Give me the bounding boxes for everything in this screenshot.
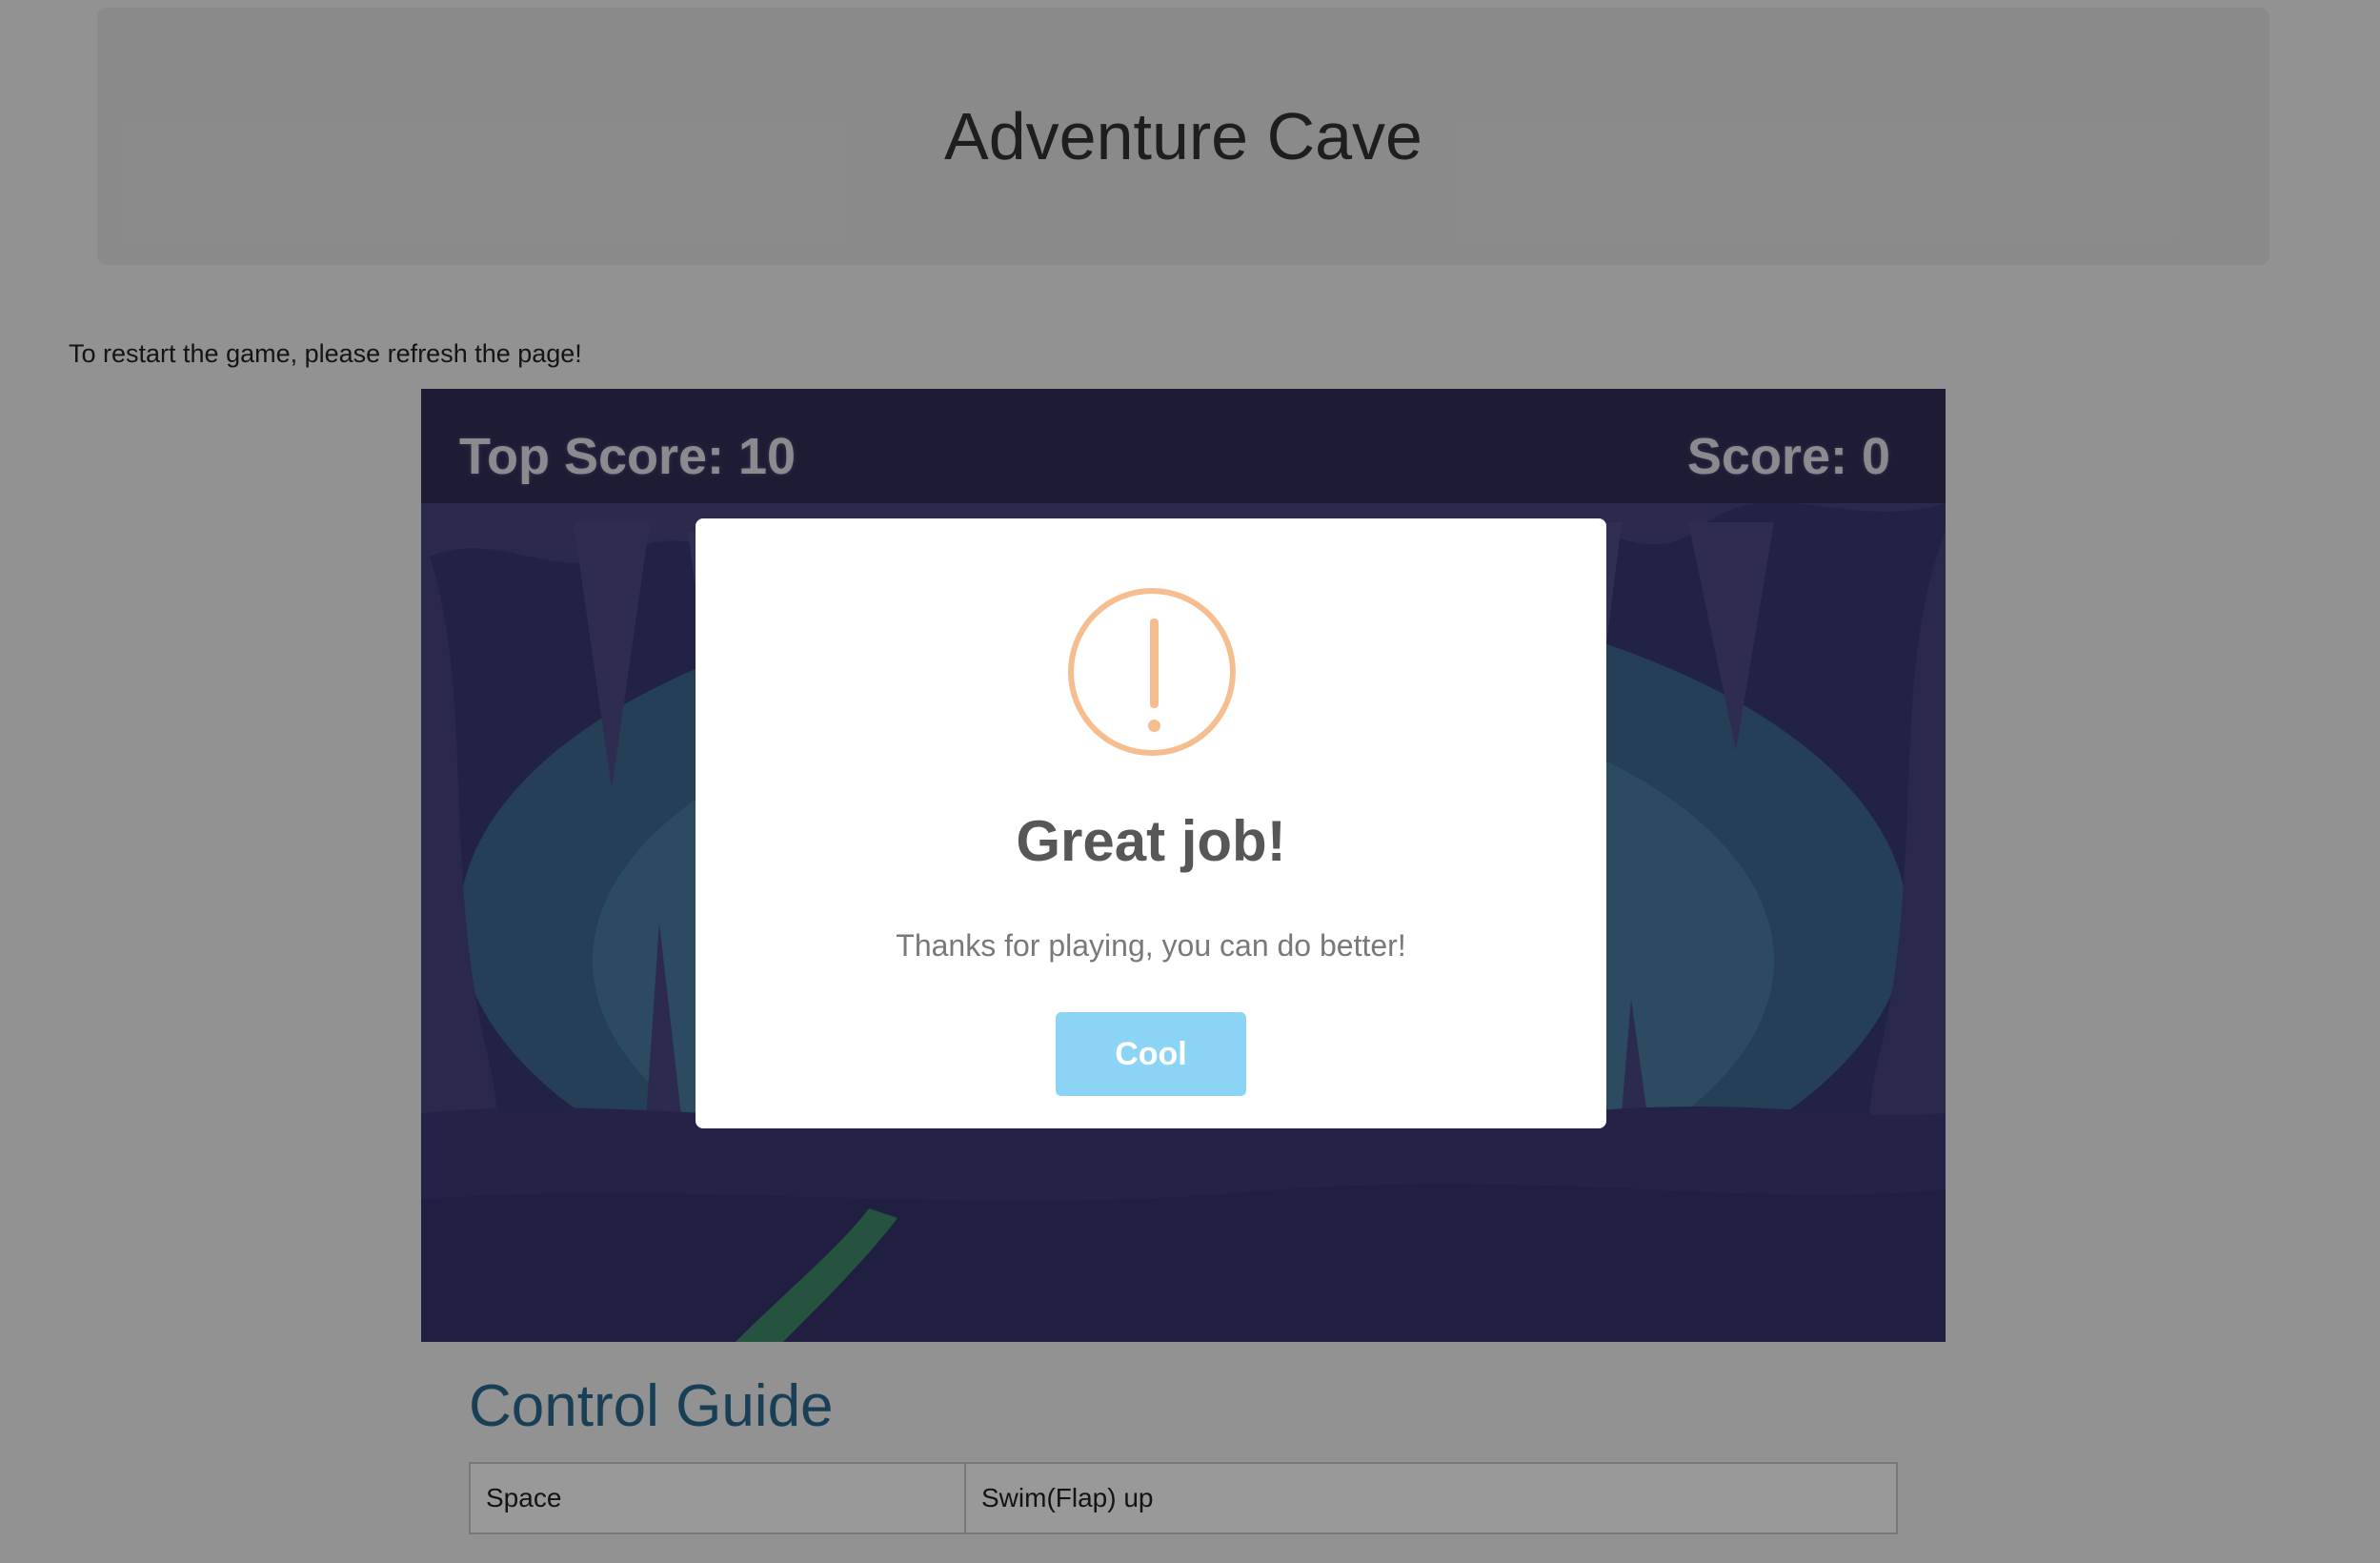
dialog-title: Great job! [1016, 809, 1286, 873]
dialog-message: Thanks for playing, you can do better! [896, 928, 1406, 963]
cool-button[interactable]: Cool [1056, 1012, 1246, 1096]
warning-icon [1068, 588, 1236, 756]
game-over-dialog: Great job! Thanks for playing, you can d… [696, 518, 1606, 1128]
